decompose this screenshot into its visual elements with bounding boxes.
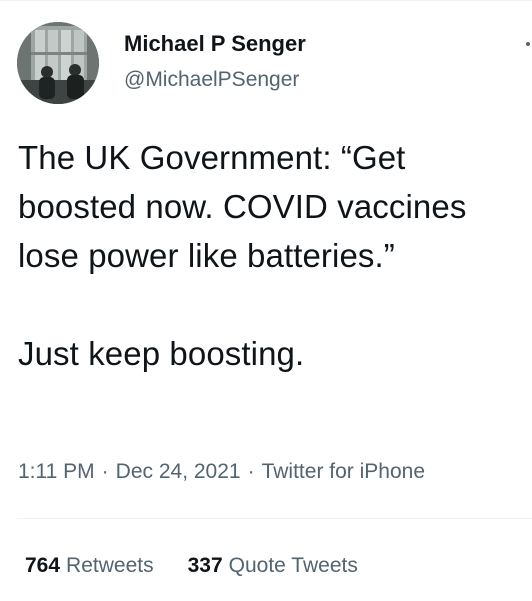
avatar-image [17, 22, 99, 104]
more-dot [526, 42, 530, 46]
tweet-source[interactable]: Twitter for iPhone [262, 460, 425, 483]
tweet-text: The UK Government: “Get boosted now. COV… [18, 139, 467, 372]
stats-divider [17, 518, 532, 519]
author-handle[interactable]: @MichaelPSenger [124, 66, 299, 94]
tweet-stats: 764 Retweets 337 Quote Tweets [25, 552, 358, 580]
meta-separator: · [247, 460, 255, 483]
retweets-label: Retweets [66, 554, 154, 577]
top-divider [0, 0, 532, 1]
meta-separator: · [101, 460, 109, 483]
retweets-count: 764 [25, 554, 61, 577]
tweet-card: Michael P Senger @MichaelPSenger The UK … [0, 0, 532, 601]
tweet-date[interactable]: Dec 24, 2021 [116, 460, 241, 483]
tweet-meta: 1:11 PM · Dec 24, 2021 · Twitter for iPhone [18, 458, 425, 486]
quotes-count: 337 [187, 554, 223, 577]
avatar[interactable] [17, 22, 99, 104]
retweets-stat[interactable]: 764 Retweets [25, 552, 154, 580]
tweet-time[interactable]: 1:11 PM [18, 460, 95, 483]
quote-tweets-stat[interactable]: 337 Quote Tweets [188, 552, 358, 580]
author-name[interactable]: Michael P Senger [124, 30, 306, 58]
more-icon[interactable] [520, 30, 532, 54]
quotes-label: Quote Tweets [228, 554, 358, 577]
